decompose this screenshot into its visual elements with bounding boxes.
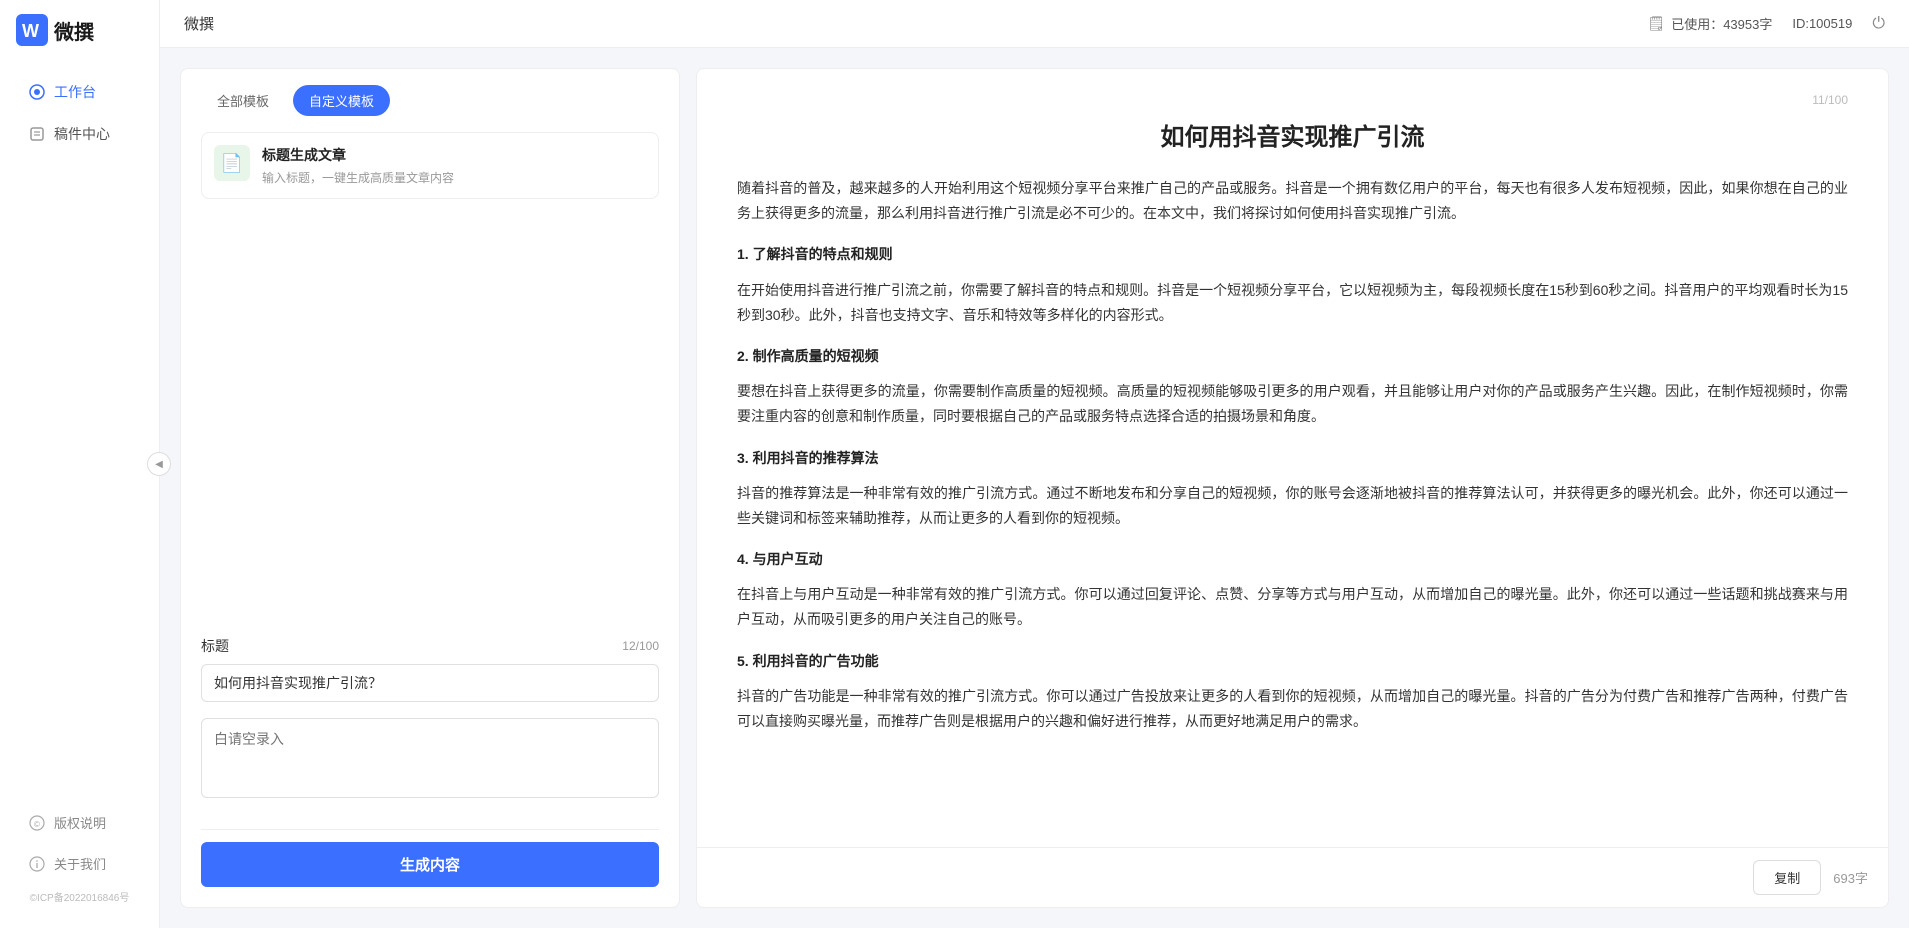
article-paragraph: 1. 了解抖音的特点和规则 — [737, 242, 1848, 267]
article-paragraph: 要想在抖音上获得更多的流量，你需要制作高质量的短视频。高质量的短视频能够吸引更多… — [737, 379, 1848, 429]
divider — [201, 829, 659, 830]
usage-label: 已使用：43953字 — [1671, 14, 1772, 33]
article-paragraph: 在开始使用抖音进行推广引流之前，你需要了解抖音的特点和规则。抖音是一个短视频分享… — [737, 278, 1848, 328]
form-section: 标题 12/100 — [181, 636, 679, 718]
template-list: 📄 标题生成文章 输入标题，一键生成高质量文章内容 — [181, 116, 679, 636]
char-count: 12/100 — [622, 639, 659, 653]
sidebar-item-workbench[interactable]: 工作台 — [8, 72, 151, 112]
drafts-label: 稿件中心 — [54, 124, 110, 144]
tab-custom-templates[interactable]: 自定义模板 — [293, 85, 390, 116]
left-panel: 全部模板 自定义模板 📄 标题生成文章 输入标题，一键生成高质量文章内容 标题 … — [180, 68, 680, 908]
textarea-section — [181, 718, 679, 817]
usage-icon: 🗒 — [1647, 15, 1665, 32]
topbar: 微撰 🗒 已使用：43953字 ID:100519 ⏻ — [160, 0, 1909, 48]
sidebar-bottom: © 版权说明 关于我们 ©ICP备2022016846号 — [0, 791, 159, 928]
article-paragraph: 随着抖音的普及，越来越多的人开始利用这个短视频分享平台来推广自己的产品或服务。抖… — [737, 176, 1848, 226]
article-paragraph: 抖音的广告功能是一种非常有效的推广引流方式。你可以通过广告投放来让更多的人看到你… — [737, 684, 1848, 734]
topbar-right: 🗒 已使用：43953字 ID:100519 ⏻ — [1647, 14, 1885, 33]
copy-button[interactable]: 复制 — [1753, 860, 1821, 895]
template-item-icon: 📄 — [214, 145, 250, 181]
title-label: 标题 — [201, 636, 229, 656]
article-title: 如何用抖音实现推广引流 — [737, 117, 1848, 152]
panel-header: 全部模板 自定义模板 — [181, 69, 679, 116]
user-id: ID:100519 — [1792, 16, 1852, 31]
main-area: 微撰 🗒 已使用：43953字 ID:100519 ⏻ 全部模板 自定义模板 📄… — [160, 0, 1909, 928]
collapse-button[interactable]: ◀ — [147, 452, 171, 476]
topbar-title: 微撰 — [184, 13, 214, 34]
svg-text:W: W — [22, 21, 39, 41]
about-label: 关于我们 — [54, 854, 106, 873]
copyright-label: 版权说明 — [54, 813, 106, 832]
article-footer: 复制 693字 — [697, 847, 1888, 907]
workbench-label: 工作台 — [54, 82, 96, 102]
sidebar-item-drafts[interactable]: 稿件中心 — [8, 114, 151, 154]
drafts-icon — [28, 125, 46, 143]
generate-button[interactable]: 生成内容 — [201, 842, 659, 887]
logo-icon: W — [16, 14, 48, 46]
form-label-row: 标题 12/100 — [201, 636, 659, 656]
usage-info: 🗒 已使用：43953字 — [1647, 14, 1772, 33]
content-area: 全部模板 自定义模板 📄 标题生成文章 输入标题，一键生成高质量文章内容 标题 … — [160, 48, 1909, 928]
right-panel: 11/100 如何用抖音实现推广引流 随着抖音的普及，越来越多的人开始利用这个短… — [696, 68, 1889, 908]
article-paragraph: 3. 利用抖音的推荐算法 — [737, 446, 1848, 471]
content-textarea[interactable] — [201, 718, 659, 798]
sidebar-nav: 工作台 稿件中心 — [0, 60, 159, 791]
tab-all-templates[interactable]: 全部模板 — [201, 85, 285, 116]
logout-button[interactable]: ⏻ — [1872, 15, 1885, 33]
word-count: 693字 — [1833, 868, 1868, 887]
template-item-name: 标题生成文章 — [262, 145, 454, 165]
svg-text:©: © — [34, 820, 40, 829]
article-paragraph: 2. 制作高质量的短视频 — [737, 344, 1848, 369]
page-info: 11/100 — [1812, 93, 1848, 107]
copyright-icon: © — [28, 814, 46, 832]
article-paragraph: 在抖音上与用户互动是一种非常有效的推广引流方式。你可以通过回复评论、点赞、分享等… — [737, 582, 1848, 632]
template-item-info: 标题生成文章 输入标题，一键生成高质量文章内容 — [262, 145, 454, 186]
article-paragraph: 4. 与用户互动 — [737, 547, 1848, 572]
article-body: 随着抖音的普及，越来越多的人开始利用这个短视频分享平台来推广自己的产品或服务。抖… — [737, 176, 1848, 734]
app-name: 微撰 — [54, 16, 94, 45]
about-icon — [28, 855, 46, 873]
article-content[interactable]: 如何用抖音实现推广引流 随着抖音的普及，越来越多的人开始利用这个短视频分享平台来… — [697, 107, 1888, 847]
template-item-desc: 输入标题，一键生成高质量文章内容 — [262, 169, 454, 186]
workbench-icon — [28, 83, 46, 101]
sidebar: W 微撰 工作台 稿件中心 — [0, 0, 160, 928]
icp-text: ©ICP备2022016846号 — [0, 885, 159, 908]
article-paragraph: 抖音的推荐算法是一种非常有效的推广引流方式。通过不断地发布和分享自己的短视频，你… — [737, 481, 1848, 531]
article-paragraph: 5. 利用抖音的广告功能 — [737, 649, 1848, 674]
logo-area: W 微撰 — [0, 0, 159, 60]
template-item[interactable]: 📄 标题生成文章 输入标题，一键生成高质量文章内容 — [201, 132, 659, 199]
article-header: 11/100 — [697, 69, 1888, 107]
sidebar-item-copyright[interactable]: © 版权说明 — [8, 803, 151, 842]
sidebar-item-about[interactable]: 关于我们 — [8, 844, 151, 883]
title-input[interactable] — [201, 664, 659, 702]
